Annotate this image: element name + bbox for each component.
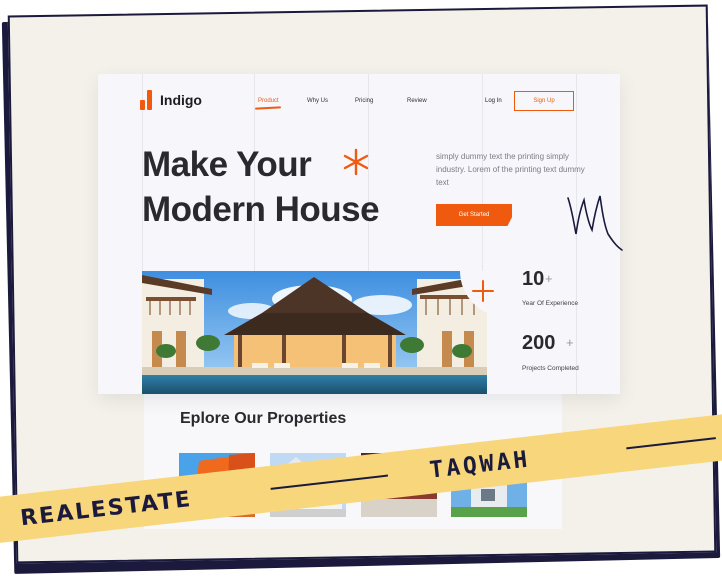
scribble-icon (567, 195, 623, 251)
nav-item-review[interactable]: Review (407, 98, 427, 104)
banner-taqwah-text: TAQWAH (428, 446, 532, 484)
nav-item-why-us[interactable]: Why Us (307, 98, 328, 104)
stat-experience-label: Year Of Experience (522, 300, 579, 307)
brand-logo[interactable]: Indigo (140, 90, 202, 110)
nav-item-pricing[interactable]: Pricing (355, 98, 373, 104)
stat-projects-number: 200 (522, 332, 556, 354)
stat-experience-number: 10 (522, 268, 545, 290)
hero-title-line2: Modern House (142, 190, 380, 229)
active-nav-underline (254, 106, 282, 110)
plus-star-icon (472, 280, 494, 302)
orange-star-icon (343, 148, 369, 176)
login-link[interactable]: Log In (485, 98, 502, 104)
hero-house-photo (142, 271, 487, 394)
stat-projects-plus: + (566, 335, 574, 350)
banner-divider-left (270, 474, 389, 490)
properties-heading: Eplore Our Properties (180, 410, 347, 427)
landing-page-mockup: Indigo Product Why Us Pricing Review Log… (98, 74, 620, 394)
stat-experience-plus: + (545, 271, 553, 286)
brand-name: Indigo (160, 92, 202, 108)
nav-item-product[interactable]: Product (258, 98, 279, 104)
get-started-button[interactable]: Get Started (436, 204, 512, 226)
stat-projects-label: Projects Completed (522, 365, 579, 372)
signup-button[interactable]: Sign Up (514, 91, 574, 111)
hero-description: simply dummy text the printing simply in… (436, 152, 585, 187)
logo-mark-icon (140, 90, 154, 110)
banner-divider-right (626, 437, 716, 450)
